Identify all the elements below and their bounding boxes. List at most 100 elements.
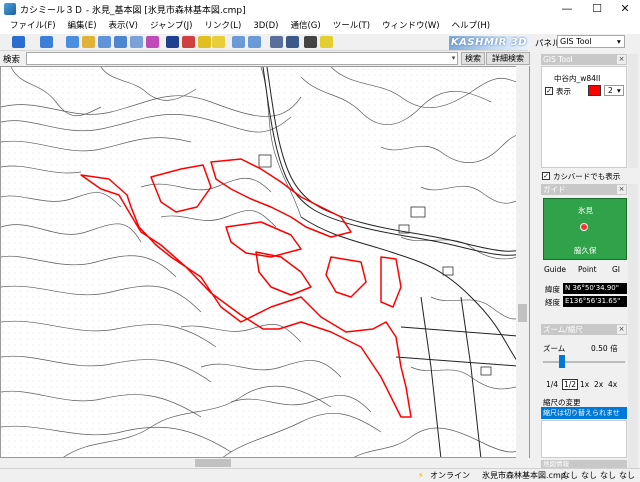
gis-tool-header: GIS Tool × xyxy=(541,54,627,65)
map-vertical-scroll-thumb[interactable] xyxy=(518,304,527,322)
status-field-3: なし xyxy=(600,471,616,480)
longitude-value: E136°56'31.65" xyxy=(563,296,627,307)
layer-add-icon[interactable] xyxy=(82,36,95,48)
map-horizontal-scroll-thumb[interactable] xyxy=(195,459,231,467)
ruler-icon[interactable] xyxy=(212,36,225,48)
zoom-button-half[interactable]: 1/2 xyxy=(562,379,579,390)
panel-scrollbar-bottom[interactable] xyxy=(628,184,638,468)
zoom-header: ズーム/縮尺 × xyxy=(541,324,627,335)
guide-place-top: 氷見 xyxy=(578,206,593,215)
gis-show-checkbox[interactable]: ✓ xyxy=(545,87,553,95)
menu-file[interactable]: ファイル(F) xyxy=(4,18,62,34)
layer-list-icon[interactable] xyxy=(130,36,143,48)
status-bar: ⚡ オンライン 氷見市森林基本図.cmp なし なし なし なし xyxy=(0,468,640,482)
menu-link[interactable]: リンク(L) xyxy=(198,18,247,34)
search-button[interactable]: 検索 xyxy=(461,52,485,65)
tab-point[interactable]: Point xyxy=(578,265,597,274)
layer-icon[interactable] xyxy=(40,36,53,48)
panel-scrollbar-top[interactable] xyxy=(628,54,638,168)
zoom-value: 0.50 倍 xyxy=(591,344,618,353)
layer-up-icon[interactable] xyxy=(66,36,79,48)
guide-close-icon[interactable]: × xyxy=(617,185,626,194)
map-horizontal-scrollbar[interactable] xyxy=(0,458,530,468)
menu-window[interactable]: ウィンドウ(W) xyxy=(376,18,446,34)
app-window: カシミール３Ｄ - 氷見_基本図 [氷見市森林基本図.cmp] — ☐ ✕ ファ… xyxy=(0,0,640,482)
gis-layer-list: 中谷内_w84II ✓ 表示 2 ▾ xyxy=(541,66,627,168)
menu-jump[interactable]: ジャンプ(J) xyxy=(144,18,198,34)
zoom-button-quarter[interactable]: 1/4 xyxy=(546,380,558,389)
gis-line-width-select[interactable]: 2 ▾ xyxy=(604,85,624,96)
guide-place-bottom: 脇久保 xyxy=(574,246,597,255)
zoom-slider-track[interactable] xyxy=(543,361,625,363)
kashibird-show-label: カシバードでも表示 xyxy=(553,172,621,181)
map-info-header: 地図情報 xyxy=(541,460,627,468)
pencil-icon[interactable] xyxy=(198,36,211,48)
menu-help[interactable]: ヘルプ(H) xyxy=(446,18,497,34)
gis-line-color-swatch[interactable] xyxy=(588,85,601,96)
tab-gis[interactable]: GI xyxy=(612,265,620,274)
gis-tool-title: GIS Tool xyxy=(543,55,573,64)
online-status: オンライン xyxy=(430,471,470,480)
menu-bar: ファイル(F) 編集(E) 表示(V) ジャンプ(J) リンク(L) 3D(D)… xyxy=(0,18,640,34)
layer-down-icon[interactable] xyxy=(114,36,127,48)
window-title: カシミール３Ｄ - 氷見_基本図 [氷見市森林基本図.cmp] xyxy=(20,5,246,16)
search-row: 検索 ▾ 検索 詳細検索 xyxy=(0,51,530,66)
menu-comm[interactable]: 通信(G) xyxy=(284,18,326,34)
gis-layer-name[interactable]: 中谷内_w84II xyxy=(554,73,600,84)
panel-select-chevron-icon[interactable]: ▾ xyxy=(617,37,621,46)
panel-select[interactable]: GIS Tool xyxy=(557,35,625,48)
latitude-label: 緯度 xyxy=(545,285,560,294)
guide-tabs: Guide Point GI xyxy=(542,262,628,278)
app-logo: KASHMIR 3D xyxy=(449,36,529,50)
minimize-button[interactable]: — xyxy=(552,0,582,18)
device-icon[interactable] xyxy=(304,36,317,48)
map-info-title: 地図情報 xyxy=(543,460,569,468)
calculator-icon[interactable] xyxy=(270,36,283,48)
menu-tools[interactable]: ツール(T) xyxy=(327,18,376,34)
zoom-button-4x[interactable]: 4x xyxy=(608,380,617,389)
binoculars-icon[interactable] xyxy=(166,36,179,48)
latitude-value: N 36°50'34.90" xyxy=(563,283,627,294)
guide-location-marker-icon xyxy=(580,223,588,231)
gis-line-width-value: 2 xyxy=(608,86,613,95)
gis-show-label: 表示 xyxy=(556,87,571,96)
zoom-slider-thumb[interactable] xyxy=(559,355,565,368)
layer-select-icon[interactable] xyxy=(146,36,159,48)
map-view[interactable] xyxy=(0,66,530,458)
topographic-map xyxy=(1,67,529,457)
close-button[interactable]: ✕ xyxy=(610,0,640,18)
status-field-1: なし xyxy=(562,471,578,480)
status-field-4: なし xyxy=(619,471,635,480)
help-icon[interactable] xyxy=(320,36,333,48)
search-input[interactable] xyxy=(26,52,458,65)
gis-width-chevron-icon: ▾ xyxy=(617,86,621,95)
detail-search-button[interactable]: 詳細検索 xyxy=(486,52,530,65)
arrow-right-icon[interactable] xyxy=(248,36,261,48)
gis-tool-close-icon[interactable]: × xyxy=(617,55,626,64)
guide-header: ガイド × xyxy=(541,184,627,195)
zoom-button-1x[interactable]: 1x xyxy=(580,380,589,389)
arrow-left-icon[interactable] xyxy=(232,36,245,48)
zoom-in-icon[interactable] xyxy=(12,36,25,48)
title-bar: カシミール３Ｄ - 氷見_基本図 [氷見市森林基本図.cmp] — ☐ ✕ xyxy=(0,0,640,18)
zoom-label: ズーム xyxy=(543,344,566,353)
search-dropdown-icon[interactable]: ▾ xyxy=(449,53,458,64)
maximize-button[interactable]: ☐ xyxy=(582,0,612,18)
waypoint-icon[interactable] xyxy=(182,36,195,48)
tab-guide[interactable]: Guide xyxy=(544,265,566,274)
zoom-title: ズーム/縮尺 xyxy=(543,325,583,334)
panel-header: パネル GIS Tool ▾ xyxy=(531,34,640,50)
film-icon[interactable] xyxy=(286,36,299,48)
kashibird-show-checkbox[interactable]: ✓ xyxy=(542,172,550,180)
menu-edit[interactable]: 編集(E) xyxy=(62,18,103,34)
menu-view[interactable]: 表示(V) xyxy=(103,18,144,34)
scale-message: 縮尺は切り替えられませ xyxy=(541,407,627,419)
map-vertical-scrollbar[interactable] xyxy=(516,66,529,458)
zoom-button-2x[interactable]: 2x xyxy=(594,380,603,389)
menu-3d[interactable]: 3D(D) xyxy=(247,18,284,34)
zoom-close-icon[interactable]: × xyxy=(617,325,626,334)
scale-area xyxy=(541,420,627,458)
layer-edit-icon[interactable] xyxy=(98,36,111,48)
search-label: 検索 xyxy=(3,55,21,65)
guide-map[interactable]: 氷見 脇久保 xyxy=(543,198,627,260)
